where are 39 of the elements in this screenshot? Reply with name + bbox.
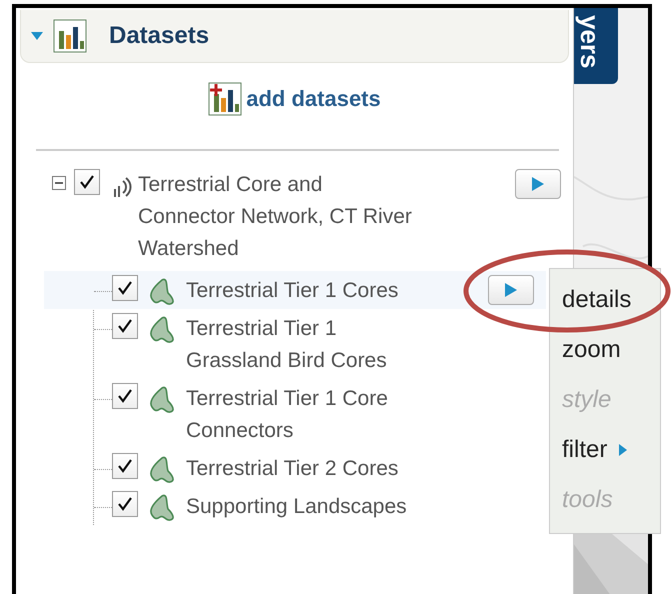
layer-label: Terrestrial Tier 1 Cores	[186, 278, 400, 304]
checkmark-icon	[117, 388, 133, 404]
play-icon	[531, 176, 545, 192]
submenu-arrow-icon	[619, 444, 628, 456]
panel-header[interactable]: Datasets	[20, 10, 569, 63]
layer-label: Terrestrial Tier 2 Cores	[186, 456, 400, 482]
layers-tab[interactable]: yers	[574, 8, 618, 84]
play-button[interactable]	[515, 169, 561, 199]
checkbox[interactable]	[112, 275, 138, 301]
collapse-toggle[interactable]	[52, 176, 66, 190]
layer-label: Terrestrial Tier 1 Grassland Bird Cores	[186, 316, 388, 374]
chart-icon	[53, 19, 87, 53]
checkbox[interactable]	[112, 383, 138, 409]
caret-icon[interactable]	[31, 32, 43, 40]
menu-item[interactable]: zoom	[550, 325, 660, 375]
layer-row[interactable]: Terrestrial Tier 1 Core Connectors	[44, 379, 546, 449]
add-datasets-link[interactable]: add datasets	[246, 86, 381, 112]
layer-label: Terrestrial Tier 1 Core Connectors	[186, 386, 389, 444]
play-button[interactable]	[488, 275, 534, 305]
signal-icon	[112, 175, 134, 199]
panel-title: Datasets	[109, 22, 210, 50]
checkmark-icon	[117, 318, 133, 334]
layer-row[interactable]: Terrestrial Tier 1 Cores	[44, 271, 546, 309]
add-chart-icon	[208, 82, 242, 116]
checkbox[interactable]	[112, 491, 138, 517]
checkbox[interactable]	[112, 313, 138, 339]
checkmark-icon	[117, 496, 133, 512]
checkmark-icon	[117, 458, 133, 474]
menu-item[interactable]: filter	[550, 425, 660, 475]
checkmark-icon	[117, 280, 133, 296]
layer-row[interactable]: Terrestrial Tier 2 Cores	[44, 449, 546, 487]
layer-row[interactable]: Supporting Landscapes	[44, 487, 546, 525]
checkbox[interactable]	[74, 169, 100, 195]
layer-row[interactable]: Terrestrial Tier 1 Grassland Bird Cores	[44, 309, 546, 379]
layer-group-label: Terrestrial Core and Connector Network, CT River Watershed	[138, 172, 413, 262]
checkbox[interactable]	[112, 453, 138, 479]
play-icon	[504, 282, 518, 298]
checkmark-icon	[79, 174, 95, 190]
layer-label: Supporting Landscapes	[186, 494, 408, 520]
